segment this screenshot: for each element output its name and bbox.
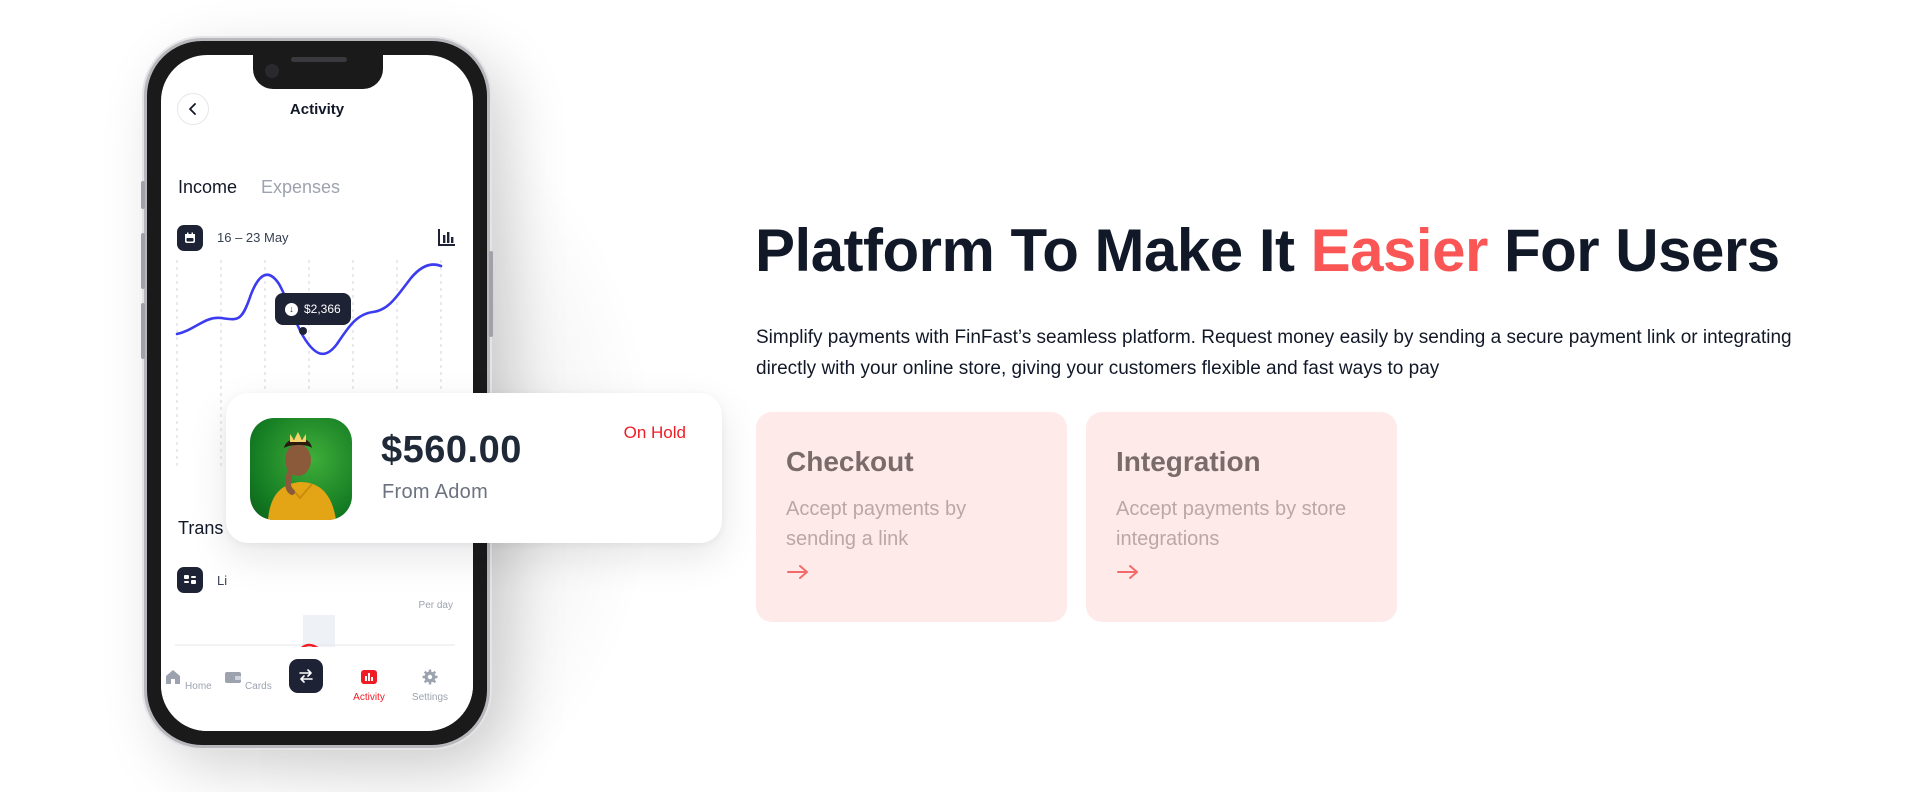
nav-activity[interactable]: Activity <box>344 669 394 703</box>
arrow-down-circle-icon: ↓ <box>285 302 298 316</box>
headline-accent: Easier <box>1310 217 1489 284</box>
list-icon[interactable] <box>177 567 203 593</box>
bottom-nav-bar: Home Cards Activity Settings <box>161 647 473 731</box>
feature-description: Accept payments by store integrations <box>1116 498 1347 550</box>
per-day-label: Per day <box>418 600 453 611</box>
headline-start: Platform To Make It <box>755 217 1311 284</box>
hero-description: Simplify payments with FinFast’s seamles… <box>756 327 1792 379</box>
calendar-icon[interactable] <box>177 225 203 251</box>
bar-chart-icon[interactable] <box>437 227 457 247</box>
tab-expenses[interactable]: Expenses <box>261 177 340 198</box>
phone-power-button <box>489 251 493 337</box>
payment-amount: $560.00 <box>381 429 522 471</box>
payment-sender: From Adom <box>382 481 489 503</box>
list-label: Li <box>217 573 228 588</box>
person-illustration <box>268 432 336 520</box>
nav-settings-label: Settings <box>411 692 449 703</box>
wallet-icon <box>225 672 242 683</box>
date-range: 16 – 23 May <box>217 230 289 245</box>
phone-notch <box>253 55 383 89</box>
phone-volume-down <box>141 303 145 359</box>
status-badge: On Hold <box>623 423 686 442</box>
arrow-right-icon[interactable] <box>1116 564 1140 580</box>
tab-income[interactable]: Income <box>178 177 237 198</box>
feature-description: Accept payments by sending a link <box>786 498 967 550</box>
phone-volume-up <box>141 233 145 289</box>
feature-title: Integration <box>1116 446 1261 477</box>
nav-home[interactable]: Home <box>163 669 213 692</box>
nav-cards[interactable]: Cards <box>223 669 273 692</box>
gear-icon <box>422 669 438 685</box>
transactions-title: Trans <box>178 518 224 538</box>
avatar <box>250 418 352 520</box>
chart-bar-icon <box>361 670 377 684</box>
nav-settings[interactable]: Settings <box>405 669 455 703</box>
arrow-right-icon[interactable] <box>786 564 810 580</box>
speaker-grille <box>291 57 347 62</box>
screen-title: Activity <box>289 101 345 118</box>
feature-title: Checkout <box>786 446 914 477</box>
nav-activity-label: Activity <box>353 692 385 703</box>
nav-home-label: Home <box>185 681 212 692</box>
home-icon <box>166 670 181 684</box>
chart-tooltip: ↓ $2,366 <box>275 293 351 325</box>
tooltip-value: $2,366 <box>304 302 341 316</box>
payment-card[interactable]: $560.00 From Adom On Hold <box>226 393 722 543</box>
transfer-icon <box>299 669 313 683</box>
nav-cards-label: Cards <box>245 681 272 692</box>
chart-point-marker <box>299 327 307 335</box>
camera-icon <box>265 64 279 78</box>
transfer-button[interactable] <box>289 659 323 693</box>
phone-mute-switch <box>141 181 145 209</box>
feature-card-integration[interactable]: Integration Accept payments by store int… <box>1086 412 1397 622</box>
page-title: Platform To Make It Easier For Users <box>755 216 1780 285</box>
feature-card-checkout[interactable]: Checkout Accept payments by sending a li… <box>756 412 1067 622</box>
headline-end: For Users <box>1487 217 1780 284</box>
